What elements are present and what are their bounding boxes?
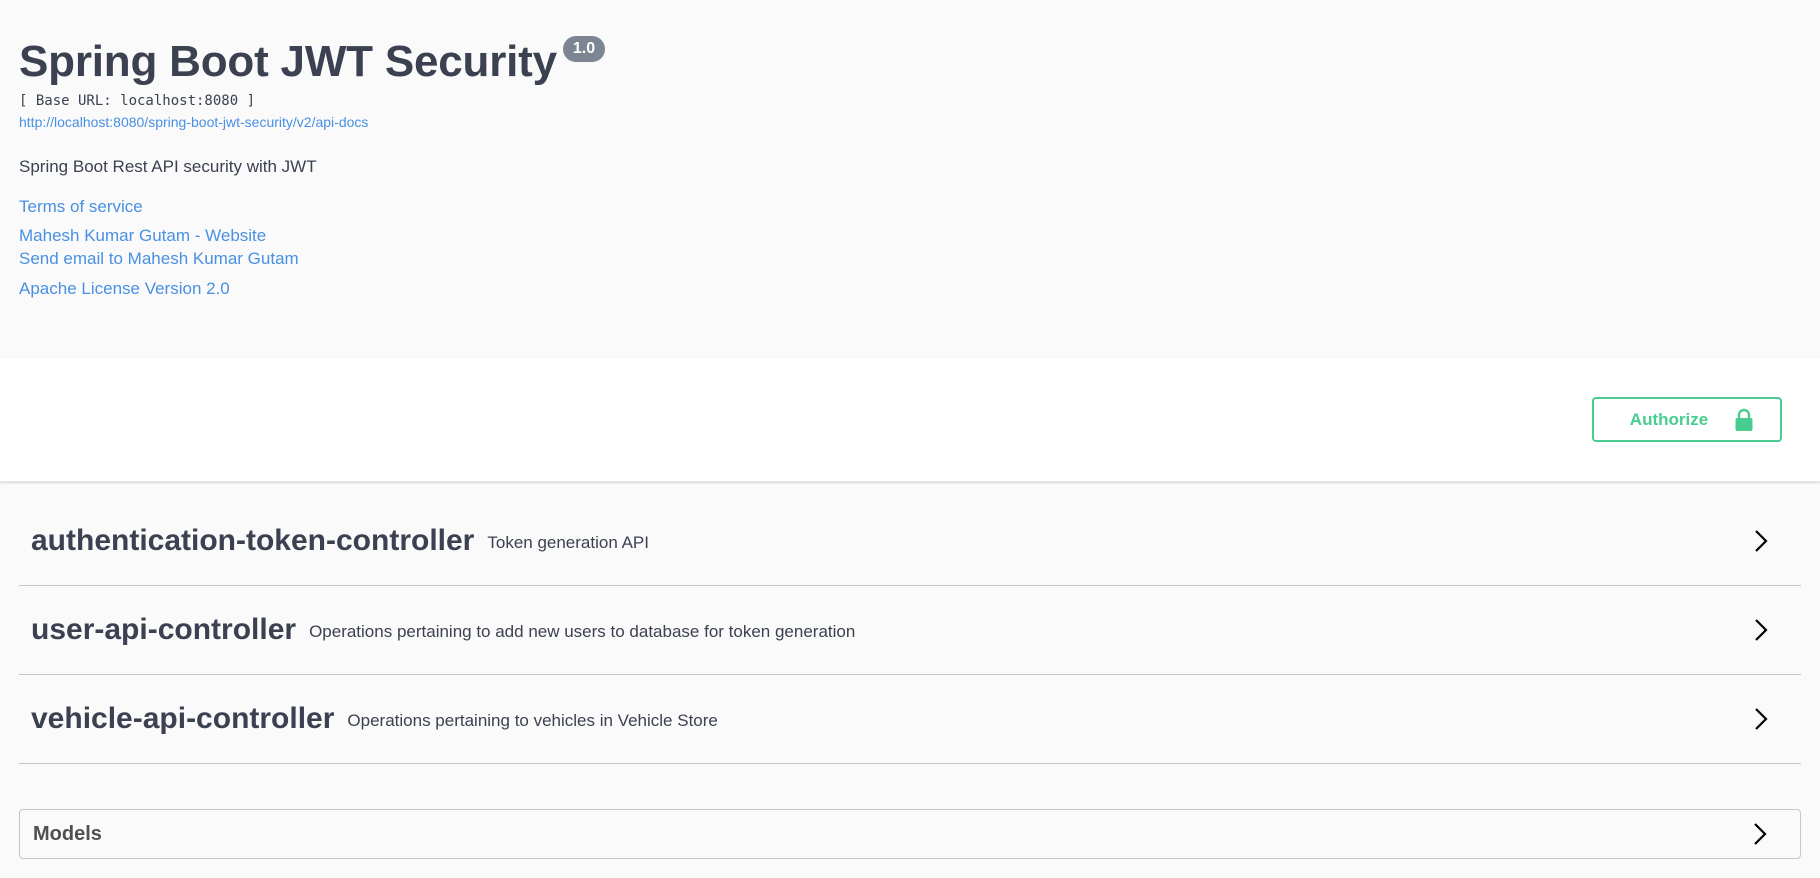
models-section[interactable]: Models: [19, 809, 1801, 859]
page-title: Spring Boot JWT Security: [19, 37, 557, 86]
tag-description: Operations pertaining to vehicles in Veh…: [347, 711, 718, 730]
chevron-right-icon[interactable]: [1751, 529, 1771, 553]
tag-vehicle-api-controller[interactable]: vehicle-api-controller Operations pertai…: [19, 675, 1801, 764]
api-docs-link[interactable]: http://localhost:8080/spring-boot-jwt-se…: [19, 113, 1801, 131]
authorize-button[interactable]: Authorize: [1592, 397, 1782, 442]
chevron-right-icon[interactable]: [1751, 707, 1771, 731]
tag-name: authentication-token-controller: [31, 524, 475, 557]
models-title: Models: [33, 822, 102, 845]
tag-description: Operations pertaining to add new users t…: [309, 622, 856, 641]
terms-of-service-link[interactable]: Terms of service: [19, 196, 1801, 218]
tag-name: vehicle-api-controller: [31, 702, 335, 735]
contact-website-link[interactable]: Mahesh Kumar Gutam - Website: [19, 225, 1801, 247]
api-info: Spring Boot JWT Security 1.0 [ Base URL:…: [0, 0, 1820, 358]
chevron-right-icon[interactable]: [1751, 618, 1771, 642]
tag-user-api-controller[interactable]: user-api-controller Operations pertainin…: [19, 586, 1801, 675]
tag-authentication-token-controller[interactable]: authentication-token-controller Token ge…: [19, 497, 1801, 586]
controller-list: authentication-token-controller Token ge…: [0, 497, 1820, 764]
scheme-container: Authorize: [0, 358, 1820, 482]
authorize-label: Authorize: [1629, 409, 1709, 429]
contact-email-link[interactable]: Send email to Mahesh Kumar Gutam: [19, 248, 1801, 270]
base-url: [ Base URL: localhost:8080 ]: [19, 93, 256, 109]
tag-name: user-api-controller: [31, 613, 297, 646]
version-badge: 1.0: [562, 36, 606, 62]
license-link[interactable]: Apache License Version 2.0: [19, 278, 1801, 300]
title-row: Spring Boot JWT Security 1.0: [19, 36, 1801, 86]
api-description: Spring Boot Rest API security with JWT: [19, 157, 317, 176]
lock-icon: [1735, 408, 1753, 431]
tag-description: Token generation API: [487, 533, 649, 552]
chevron-right-icon[interactable]: [1750, 822, 1770, 846]
